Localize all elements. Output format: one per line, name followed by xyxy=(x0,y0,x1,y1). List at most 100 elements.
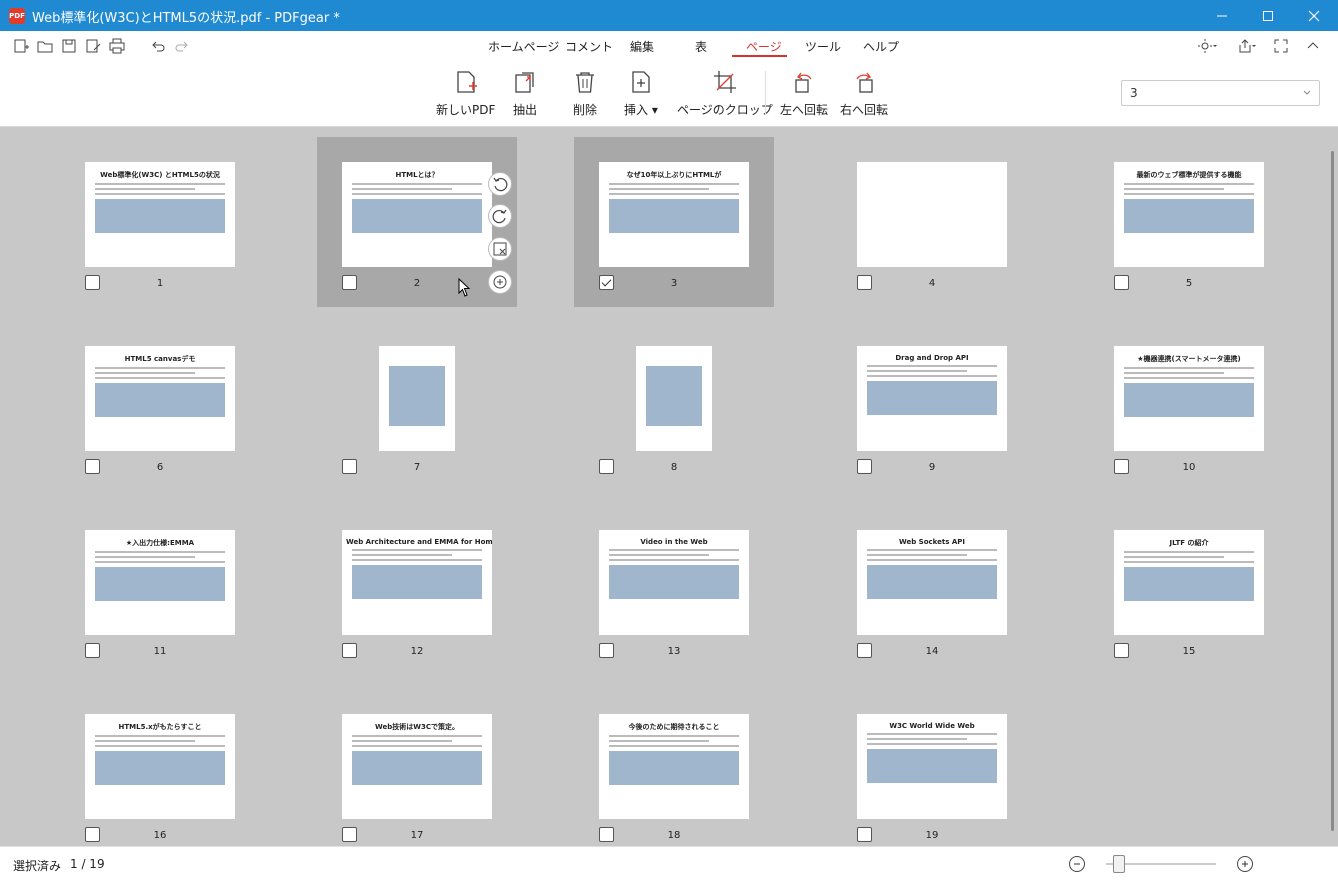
rotate-left-button[interactable]: 左へ回転 xyxy=(780,69,828,121)
rotate-right-button[interactable]: 右へ回転 xyxy=(840,69,888,121)
page-thumbnail-cell[interactable]: Video in the Web 13 xyxy=(574,505,774,675)
page-thumbnail-cell[interactable]: Drag and Drop API 9 xyxy=(832,321,1032,491)
tab-edit[interactable]: 編集 xyxy=(630,38,654,55)
page-select-checkbox[interactable] xyxy=(857,827,872,842)
new-pdf-button[interactable]: 新しいPDF xyxy=(436,69,495,121)
thumb-rotate-right-button[interactable] xyxy=(488,204,512,228)
rotate-left-icon xyxy=(493,177,508,192)
page-thumbnail[interactable]: W3C World Wide Web xyxy=(857,714,1007,819)
thumb-rotate-left-button[interactable] xyxy=(488,172,512,196)
maximize-button[interactable] xyxy=(1245,0,1291,31)
close-button[interactable] xyxy=(1291,0,1337,31)
thumbnail-title: 今後のために期待されること xyxy=(628,723,720,731)
print-icon[interactable] xyxy=(107,36,127,56)
page-thumbnail-cell[interactable]: HTMLとは？ 2 xyxy=(317,137,517,307)
page-thumbnail-cell[interactable]: 8 xyxy=(574,321,774,491)
tab-page[interactable]: ページ xyxy=(746,38,782,55)
page-select-checkbox[interactable] xyxy=(857,643,872,658)
page-thumbnail-cell[interactable]: JLTF の紹介 15 xyxy=(1089,505,1289,675)
page-thumbnail[interactable]: ★入出力仕様:EMMA xyxy=(85,530,235,635)
extract-button[interactable]: 抽出 xyxy=(512,69,538,121)
page-select-checkbox[interactable] xyxy=(599,827,614,842)
scrollbar-thumb[interactable] xyxy=(1331,151,1334,831)
page-thumbnail[interactable]: HTMLとは？ xyxy=(342,162,492,267)
page-thumbnail-cell[interactable]: 7 xyxy=(317,321,517,491)
page-thumbnail[interactable]: JLTF の紹介 xyxy=(1114,530,1264,635)
page-thumbnail-cell[interactable]: 4 xyxy=(832,137,1032,307)
page-thumbnail-cell[interactable]: HTML5.xがもたらすこと 16 xyxy=(60,689,260,846)
page-select-checkbox[interactable] xyxy=(85,643,100,658)
page-thumbnail-cell[interactable]: 今後のために期待されること 18 xyxy=(574,689,774,846)
page-select-checkbox[interactable] xyxy=(1114,643,1129,658)
page-thumbnail-cell[interactable]: ★機器連携(スマートメータ連携) 10 xyxy=(1089,321,1289,491)
open-folder-icon[interactable] xyxy=(35,36,55,56)
page-number-label: 11 xyxy=(153,646,167,657)
page-select-checkbox[interactable] xyxy=(857,275,872,290)
tab-home[interactable]: ホームページ xyxy=(488,38,559,55)
page-thumbnail[interactable]: 最新のウェブ標準が提供する機能 xyxy=(1114,162,1264,267)
page-thumbnail-cell[interactable]: Web Sockets API 14 xyxy=(832,505,1032,675)
page-thumbnail-cell[interactable]: ★入出力仕様:EMMA 11 xyxy=(60,505,260,675)
page-select-checkbox[interactable] xyxy=(342,643,357,658)
tab-comment[interactable]: コメント xyxy=(565,38,613,55)
page-select-checkbox[interactable] xyxy=(857,459,872,474)
page-thumbnail[interactable]: Web標準化(W3C) とHTML5の状況 xyxy=(85,162,235,267)
page-select-checkbox[interactable] xyxy=(599,275,614,290)
minimize-button[interactable] xyxy=(1199,0,1245,31)
page-thumbnail[interactable]: ★機器連携(スマートメータ連携) xyxy=(1114,346,1264,451)
page-thumbnail[interactable]: Web技術はW3Cで策定。 xyxy=(342,714,492,819)
crop-page-button[interactable]: ページのクロップ xyxy=(677,69,773,121)
fullscreen-icon[interactable] xyxy=(1270,36,1292,56)
page-thumbnail[interactable]: なぜ10年以上ぶりにHTMLが xyxy=(599,162,749,267)
zoom-in-icon xyxy=(1242,861,1248,867)
save-as-icon[interactable] xyxy=(83,36,103,56)
save-icon[interactable] xyxy=(59,36,79,56)
page-select-checkbox[interactable] xyxy=(1114,275,1129,290)
page-select-checkbox[interactable] xyxy=(85,275,100,290)
zoom-slider-handle[interactable] xyxy=(1113,855,1125,873)
page-thumbnail[interactable]: Web Sockets API xyxy=(857,530,1007,635)
page-select-checkbox[interactable] xyxy=(342,275,357,290)
page-thumbnail-cell[interactable]: なぜ10年以上ぶりにHTMLが 3 xyxy=(574,137,774,307)
redo-icon[interactable] xyxy=(172,36,192,56)
page-thumbnail-cell[interactable]: W3C World Wide Web 19 xyxy=(832,689,1032,846)
tab-help[interactable]: ヘルプ xyxy=(863,38,899,55)
page-select-checkbox[interactable] xyxy=(599,459,614,474)
vertical-scrollbar[interactable] xyxy=(1328,127,1338,846)
page-thumbnail-cell[interactable]: Web標準化(W3C) とHTML5の状況 1 xyxy=(60,137,260,307)
page-thumbnail[interactable]: Web Architecture and EMMA for Home netwo… xyxy=(342,530,492,635)
page-select-checkbox[interactable] xyxy=(1114,459,1129,474)
page-thumbnail-cell[interactable]: Web技術はW3Cで策定。 17 xyxy=(317,689,517,846)
page-thumbnail[interactable]: HTML5.xがもたらすこと xyxy=(85,714,235,819)
page-thumbnail-cell[interactable]: Web Architecture and EMMA for Home netwo… xyxy=(317,505,517,675)
page-select-checkbox[interactable] xyxy=(599,643,614,658)
new-file-icon[interactable] xyxy=(11,36,31,56)
collapse-ribbon-icon[interactable] xyxy=(1302,36,1324,56)
page-thumbnail[interactable]: Video in the Web xyxy=(599,530,749,635)
page-thumbnail-cell[interactable]: HTML5 canvasデモ 6 xyxy=(60,321,260,491)
zoom-in-button[interactable] xyxy=(1237,856,1253,872)
share-icon[interactable] xyxy=(1236,36,1258,56)
delete-button[interactable]: 削除 xyxy=(572,69,598,121)
tab-tools[interactable]: ツール xyxy=(805,38,841,55)
page-select-checkbox[interactable] xyxy=(342,459,357,474)
page-thumbnail[interactable] xyxy=(857,162,1007,267)
page-select-checkbox[interactable] xyxy=(342,827,357,842)
thumb-insert-button[interactable] xyxy=(488,270,512,294)
page-thumbnail[interactable] xyxy=(636,346,712,451)
thumb-delete-button[interactable] xyxy=(488,237,512,261)
page-select-checkbox[interactable] xyxy=(85,459,100,474)
tab-table[interactable]: 表 xyxy=(695,38,707,55)
thumbnail-text-line xyxy=(1124,377,1254,379)
theme-icon[interactable] xyxy=(1196,36,1218,56)
page-select-checkbox[interactable] xyxy=(85,827,100,842)
page-thumbnail[interactable]: HTML5 canvasデモ xyxy=(85,346,235,451)
zoom-out-button[interactable] xyxy=(1069,856,1085,872)
page-number-select[interactable]: 3 xyxy=(1121,80,1320,106)
page-thumbnail[interactable]: 今後のために期待されること xyxy=(599,714,749,819)
insert-button[interactable]: 挿入 ▾ xyxy=(624,69,658,121)
undo-icon[interactable] xyxy=(148,36,168,56)
page-thumbnail-cell[interactable]: 最新のウェブ標準が提供する機能 5 xyxy=(1089,137,1289,307)
page-thumbnail[interactable]: Drag and Drop API xyxy=(857,346,1007,451)
page-thumbnail[interactable] xyxy=(379,346,455,451)
